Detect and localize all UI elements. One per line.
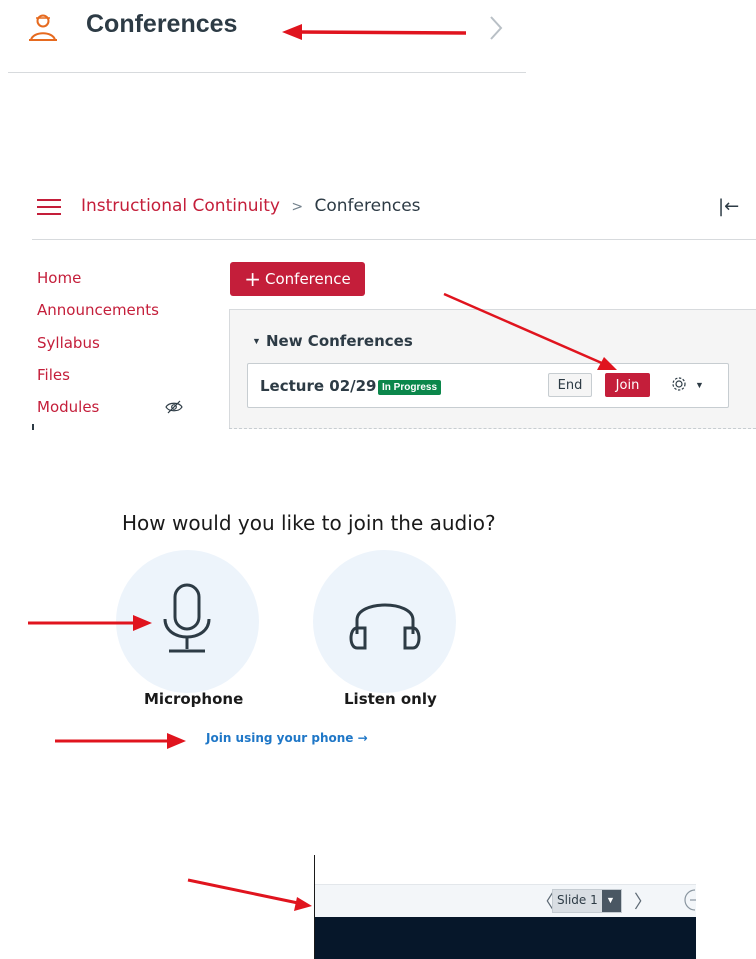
arrow-annotation-join xyxy=(443,292,617,370)
arrow-annotation-title xyxy=(282,24,467,40)
arrow-annotation-presentation xyxy=(187,878,312,911)
arrow-annotation-microphone xyxy=(28,615,152,631)
annotation-arrows xyxy=(28,24,617,911)
arrow-annotation-phone xyxy=(55,733,186,749)
